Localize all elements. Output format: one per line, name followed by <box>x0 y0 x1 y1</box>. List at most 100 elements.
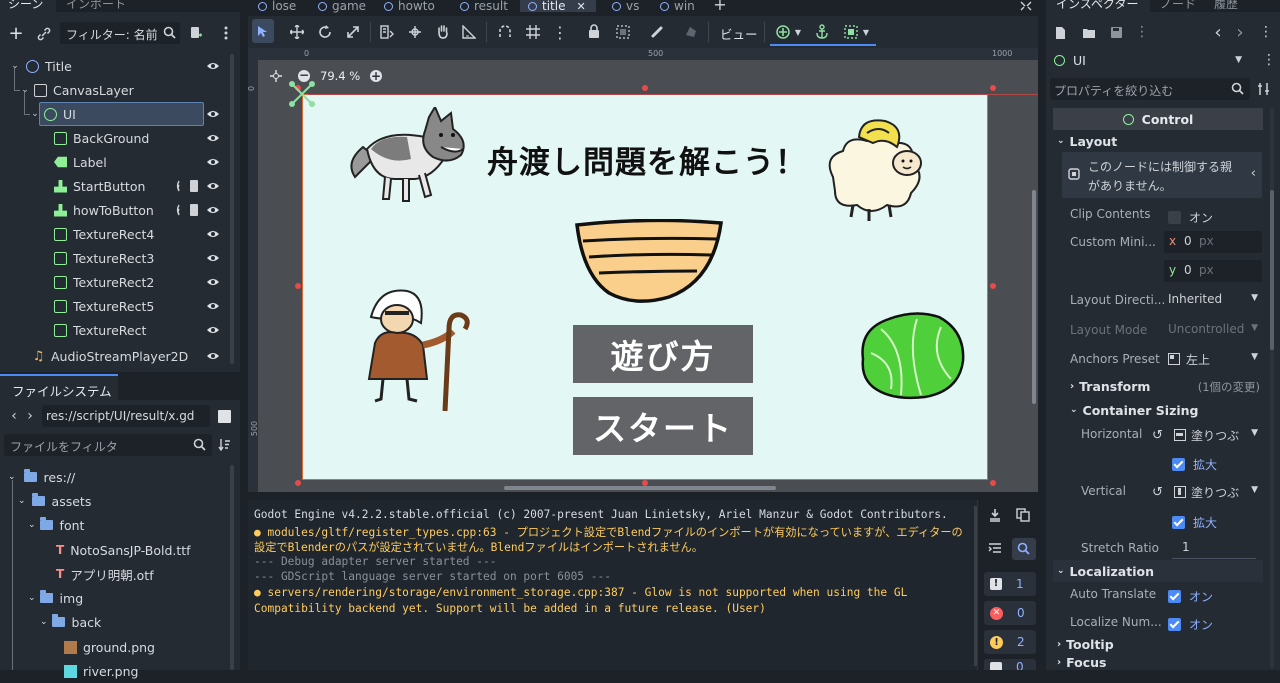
tree-node-texturerect3[interactable]: TextureRect3 <box>54 246 234 270</box>
history-forward-icon[interactable]: › <box>1234 22 1246 43</box>
save-icon[interactable] <box>1110 26 1123 39</box>
scene-tab-howto[interactable]: howto <box>384 0 435 13</box>
horizontal-dropdown[interactable]: 塗りつぶ ▼ <box>1172 424 1262 446</box>
start-button[interactable]: スタート <box>573 397 753 455</box>
tree-node-howtobutton[interactable]: howToButton <box>54 198 234 222</box>
scene-tree-scrollbar[interactable] <box>230 54 234 364</box>
scene-tab-title[interactable]: title ✕ <box>528 0 586 13</box>
forward-arrow-icon[interactable]: › <box>24 408 36 424</box>
section-tooltip[interactable]: › Tooltip <box>1053 633 1263 655</box>
tab-import[interactable]: インポート <box>66 0 126 12</box>
tree-node-audiostreamplayer[interactable]: ♫ AudioStreamPlayer2D <box>32 344 234 368</box>
container-sizing-icon[interactable] <box>844 25 858 39</box>
filter-all-button[interactable]: ! 1 <box>984 572 1036 596</box>
scale-tool-icon[interactable] <box>346 25 360 39</box>
section-focus[interactable]: › Focus <box>1053 654 1263 670</box>
visibility-eye-icon[interactable] <box>206 251 220 265</box>
viewport[interactable]: 0 500 1000 0 500 − 79.4 % + 舟渡し問題を解こう！ <box>248 48 1038 492</box>
anchor-icon[interactable] <box>815 24 829 39</box>
history-back-icon[interactable]: ‹ <box>1212 22 1224 43</box>
filter-errors-button[interactable]: ✕ 0 <box>984 601 1036 625</box>
filesystem-scrollbar[interactable] <box>230 465 234 670</box>
split-view-icon[interactable] <box>218 410 231 423</box>
script-icon[interactable] <box>188 203 200 217</box>
pivot-tool-icon[interactable] <box>408 25 422 39</box>
tab-node[interactable]: ノード <box>1160 0 1196 10</box>
section-container-sizing[interactable]: ⌄ Container Sizing <box>1066 399 1262 421</box>
list-select-icon[interactable] <box>380 25 394 39</box>
menu-dots-icon[interactable]: ⋮ <box>1135 24 1149 40</box>
layout-direction-dropdown[interactable]: Inherited ▼ <box>1164 289 1262 311</box>
collapse-arrow-icon[interactable]: ⌄ <box>28 593 36 603</box>
fs-item-img[interactable]: ⌄ img <box>28 586 83 610</box>
tree-node-startbutton[interactable]: StartButton <box>54 174 234 198</box>
vertical-dropdown[interactable]: 塗りつぶ ▼ <box>1172 481 1262 503</box>
collapse-arrow-icon[interactable]: ⌄ <box>30 109 40 119</box>
viewport-v-scrollbar[interactable] <box>1032 190 1036 404</box>
add-tab-icon[interactable]: + <box>712 0 728 13</box>
scene-tab-result[interactable]: result <box>460 0 508 13</box>
visibility-eye-icon[interactable] <box>206 155 220 169</box>
tab-inspector[interactable]: インスペクター <box>1046 0 1150 12</box>
tab-filesystem[interactable]: ファイルシステム <box>0 374 118 400</box>
tree-node-texturerect2[interactable]: TextureRect2 <box>54 270 234 294</box>
filesystem-path-field[interactable]: res://script/UI/result/x.gd <box>42 405 210 427</box>
fs-item-river[interactable]: river.png <box>64 659 138 683</box>
fs-item-ground[interactable]: ground.png <box>64 635 155 659</box>
inspector-scrollbar-thumb[interactable] <box>1270 190 1274 350</box>
clear-output-icon[interactable] <box>988 508 1002 525</box>
collapse-arrow-icon[interactable]: ⌄ <box>28 520 36 530</box>
collapse-arrow-icon[interactable]: ⌄ <box>20 85 30 95</box>
scene-tab-vs[interactable]: vs <box>612 0 639 13</box>
script-attach-icon[interactable] <box>189 26 203 40</box>
fs-item-res[interactable]: ⌄ res:// <box>8 465 75 489</box>
filter-warnings-button[interactable]: ! 2 <box>984 630 1036 654</box>
section-transform[interactable]: › Transform (1個の変更) <box>1066 375 1262 397</box>
back-arrow-icon[interactable]: ‹ <box>8 408 20 424</box>
tree-node-title[interactable]: ⌄ Title <box>10 54 234 78</box>
auto-translate-checkbox[interactable]: オン <box>1168 588 1213 605</box>
center-view-icon[interactable] <box>270 70 282 82</box>
tools-icon[interactable] <box>1257 82 1271 96</box>
filter-messages-button[interactable]: 0 <box>984 659 1036 670</box>
min-size-x-field[interactable]: x 0 px <box>1164 231 1262 253</box>
lock-icon[interactable] <box>588 24 600 39</box>
tree-node-canvaslayer[interactable]: ⌄ CanvasLayer <box>20 78 234 102</box>
fs-item-back[interactable]: ⌄ back <box>40 610 101 634</box>
handle-ml[interactable] <box>295 283 301 289</box>
howto-button[interactable]: 遊び方 <box>573 325 753 383</box>
add-node-icon[interactable]: + <box>8 23 24 44</box>
handle-mr[interactable] <box>990 283 996 289</box>
skeleton-icon[interactable] <box>650 25 664 39</box>
tree-node-ui[interactable]: ⌄ UI <box>30 102 234 126</box>
scene-tab-game[interactable]: game <box>318 0 366 13</box>
chevron-left-icon[interactable]: ‹ <box>1251 166 1256 181</box>
link-icon[interactable] <box>36 26 52 42</box>
visibility-eye-icon[interactable] <box>206 227 220 241</box>
console-scrollbar[interactable] <box>974 506 977 666</box>
localize-numerals-checkbox[interactable]: オン <box>1168 616 1213 633</box>
visibility-eye-icon[interactable] <box>206 59 220 73</box>
zoom-level[interactable]: 79.4 % <box>320 69 360 83</box>
sort-icon[interactable] <box>218 438 231 452</box>
fs-item-font[interactable]: ⌄ font <box>28 513 84 537</box>
search-output-button[interactable] <box>1012 538 1036 560</box>
zoom-in-button[interactable]: + <box>370 70 382 82</box>
handle-bl[interactable] <box>295 480 301 486</box>
horizontal-revert-icon[interactable]: ↺ <box>1152 428 1163 443</box>
visibility-eye-icon[interactable] <box>206 179 220 193</box>
scene-filter-field[interactable]: フィルター: 名前 <box>60 22 180 44</box>
camera-icon[interactable] <box>684 25 698 39</box>
tree-node-texturerect5[interactable]: TextureRect5 <box>54 294 234 318</box>
handle-tr[interactable] <box>990 85 996 91</box>
visibility-eye-icon[interactable] <box>206 131 220 145</box>
menu-dots-icon[interactable]: ⋮ <box>1259 24 1273 40</box>
visibility-eye-icon[interactable] <box>206 107 220 121</box>
visibility-eye-icon[interactable] <box>206 323 220 337</box>
section-layout[interactable]: ⌄ Layout <box>1053 130 1263 152</box>
tab-scene[interactable]: シーン <box>0 0 56 12</box>
vertical-revert-icon[interactable]: ↺ <box>1152 485 1163 500</box>
section-localization[interactable]: ⌄ Localization <box>1053 560 1263 582</box>
copy-output-icon[interactable] <box>1016 508 1030 525</box>
scene-tab-win[interactable]: win <box>660 0 695 13</box>
